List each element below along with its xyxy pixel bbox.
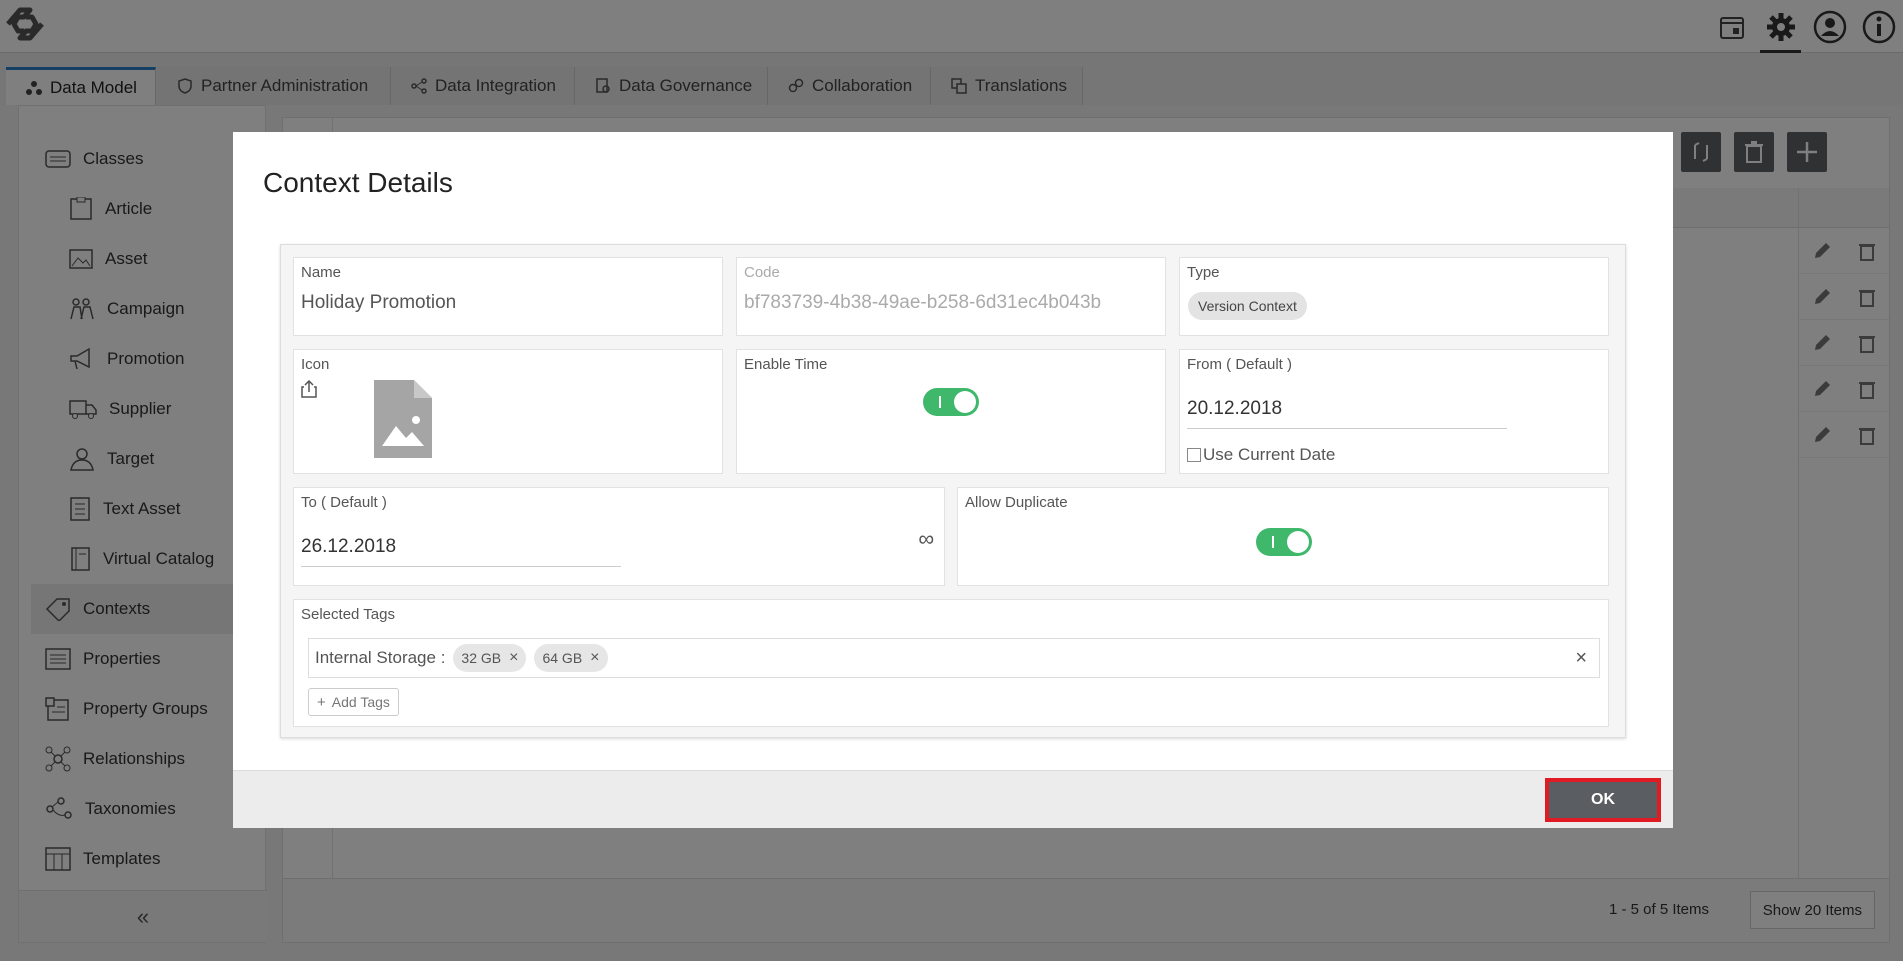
- context-details-dialog: Context Details Name Holiday Promotion C…: [233, 132, 1673, 828]
- selected-tags-field: Selected Tags Internal Storage : 32 GB ×…: [293, 599, 1609, 727]
- name-label: Name: [301, 264, 342, 281]
- code-label: Code: [744, 264, 780, 281]
- allow-duplicate-field: Allow Duplicate: [957, 487, 1609, 586]
- name-field[interactable]: Name Holiday Promotion: [293, 257, 723, 336]
- type-label: Type: [1187, 264, 1220, 281]
- context-form: Name Holiday Promotion Code bf783739-4b3…: [280, 244, 1626, 738]
- enable-time-label: Enable Time: [744, 356, 828, 373]
- icon-field: Icon: [293, 349, 723, 474]
- code-field: Code bf783739-4b38-49ae-b258-6d31ec4b043…: [736, 257, 1166, 336]
- icon-label: Icon: [301, 356, 330, 373]
- dialog-title: Context Details: [263, 167, 453, 198]
- remove-tag-icon[interactable]: ×: [509, 649, 518, 667]
- infinity-icon[interactable]: ∞: [918, 526, 934, 552]
- checkbox-box[interactable]: [1187, 448, 1201, 462]
- clear-tags-icon[interactable]: ×: [1575, 647, 1587, 670]
- from-date-field: From ( Default ) 20.12.2018 Use Current …: [1179, 349, 1609, 474]
- dialog-footer: OK: [233, 770, 1673, 828]
- from-date-input[interactable]: 20.12.2018: [1187, 398, 1507, 429]
- allow-duplicate-toggle[interactable]: [1256, 528, 1312, 556]
- ok-button[interactable]: OK: [1545, 778, 1661, 822]
- tags-input[interactable]: Internal Storage : 32 GB × 64 GB × ×: [308, 638, 1600, 678]
- to-date-field: To ( Default ) 26.12.2018 ∞: [293, 487, 945, 586]
- to-label: To ( Default ): [301, 494, 387, 511]
- type-field: Type Version Context: [1179, 257, 1609, 336]
- enable-time-field: Enable Time: [736, 349, 1166, 474]
- name-value[interactable]: Holiday Promotion: [301, 292, 456, 314]
- use-current-date-checkbox[interactable]: Use Current Date: [1187, 445, 1335, 465]
- code-value: bf783739-4b38-49ae-b258-6d31ec4b043b: [744, 292, 1102, 313]
- plus-icon: +: [317, 693, 326, 711]
- remove-tag-icon[interactable]: ×: [590, 649, 599, 667]
- upload-icon[interactable]: [301, 379, 317, 403]
- enable-time-toggle[interactable]: [923, 388, 979, 416]
- tag-chip: 32 GB ×: [453, 644, 527, 672]
- to-date-input[interactable]: 26.12.2018: [301, 536, 621, 567]
- tag-group-label: Internal Storage :: [315, 648, 446, 667]
- from-label: From ( Default ): [1187, 356, 1293, 373]
- selected-tags-label: Selected Tags: [301, 606, 395, 623]
- image-placeholder-icon: [374, 380, 432, 463]
- type-chip: Version Context: [1188, 292, 1307, 320]
- allow-duplicate-label: Allow Duplicate: [965, 494, 1068, 511]
- add-tags-button[interactable]: + Add Tags: [308, 688, 399, 716]
- tag-chip: 64 GB ×: [534, 644, 608, 672]
